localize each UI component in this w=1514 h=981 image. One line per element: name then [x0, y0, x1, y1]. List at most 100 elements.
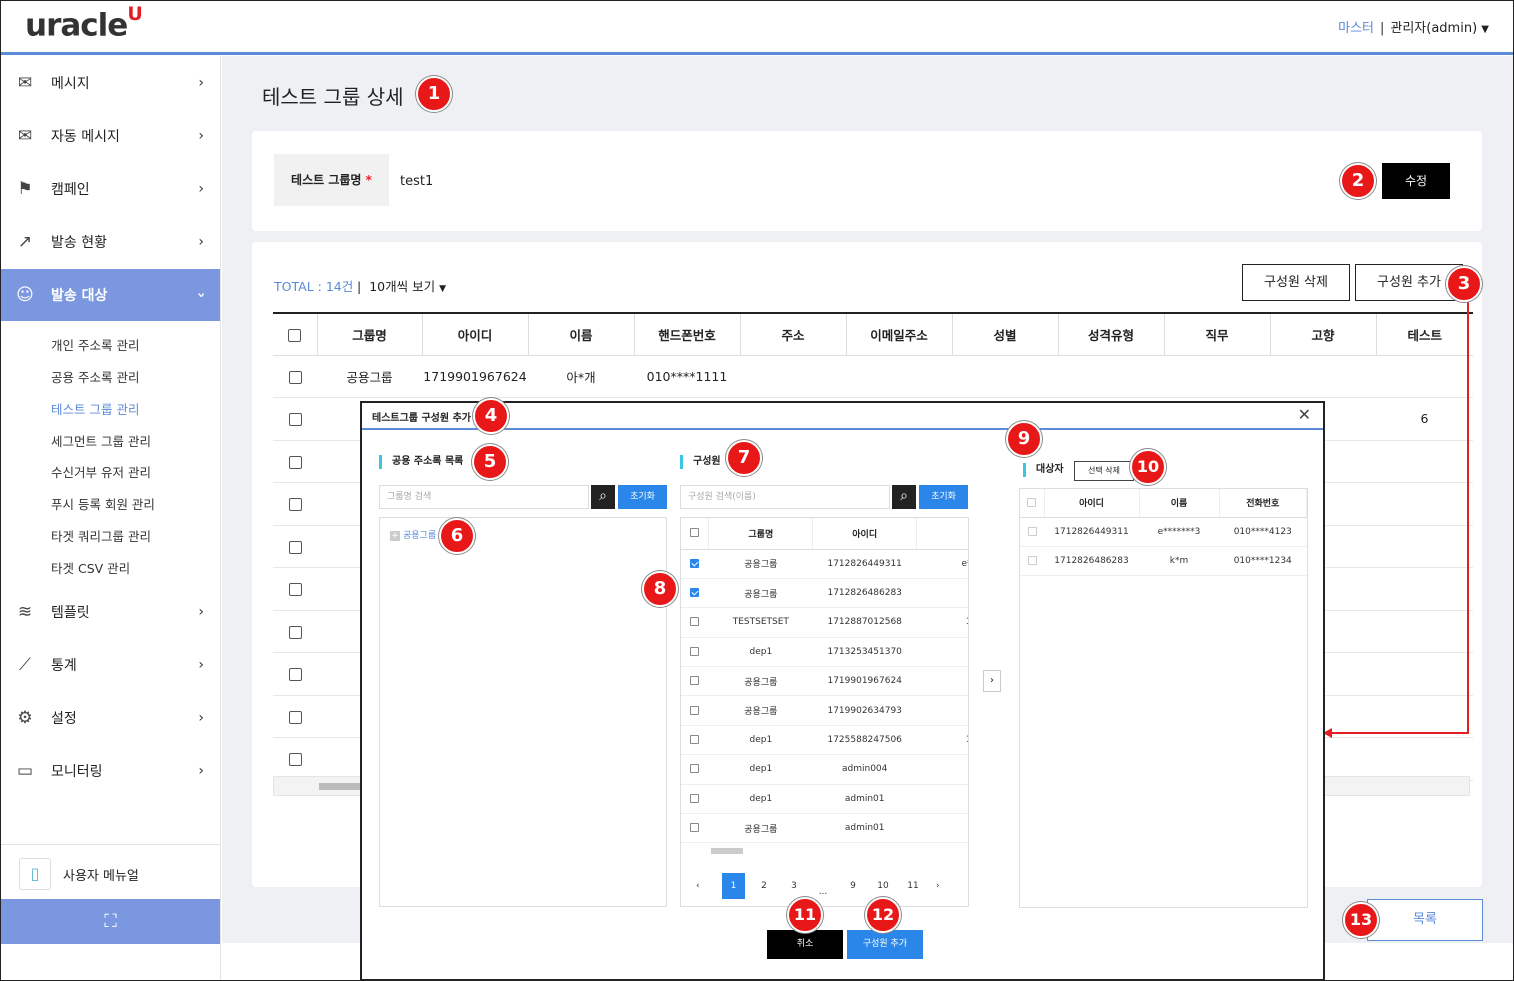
- page-11[interactable]: 11: [903, 873, 923, 899]
- sub-target-csv[interactable]: 타겟 CSV 관리: [51, 558, 130, 577]
- sidebar-item-auto-message[interactable]: ✉ 자동 메시지 ›: [1, 110, 220, 162]
- users-icon: ☺: [16, 285, 34, 305]
- sidebar-item-campaign[interactable]: ⚑ 캠페인 ›: [1, 163, 220, 215]
- list-item[interactable]: dep1admin01홍: [681, 784, 968, 815]
- marker-8: 8: [642, 571, 678, 607]
- sidebar-item-settings[interactable]: ⚙ 설정 ›: [1, 692, 220, 744]
- list-item[interactable]: 공용그룹1719901967624아: [681, 666, 968, 697]
- sidebar-item-send-target[interactable]: ☺ 발송 대상 ›: [1, 269, 220, 321]
- signpost-icon: ⚑: [17, 179, 33, 199]
- close-icon[interactable]: ✕: [1298, 405, 1311, 424]
- group-info-card: 테스트 그룹명 * test1 수정: [252, 131, 1482, 231]
- add-member-confirm-button[interactable]: 구성원 추가: [847, 930, 923, 959]
- next-page-icon[interactable]: ›: [936, 873, 940, 899]
- marker-9: 9: [1006, 421, 1042, 457]
- marker-5: 5: [472, 444, 508, 480]
- sidebar-item-monitoring[interactable]: ▭ 모니터링 ›: [1, 745, 220, 797]
- sub-push-member[interactable]: 푸시 등록 회원 관리: [51, 494, 155, 513]
- target-table-panel: 아이디 이름 전화번호 1712826449311 e*******3 010****4…: [1019, 488, 1308, 908]
- list-item[interactable]: 공용그룹1719902634793오: [681, 695, 968, 726]
- cancel-button[interactable]: 취소: [767, 930, 843, 959]
- chevron-down-icon[interactable]: ▼: [1481, 24, 1489, 35]
- list-button[interactable]: 목록: [1367, 899, 1483, 941]
- marker-4: 4: [473, 398, 509, 434]
- user-manual-link[interactable]: ▯ 사용자 메뉴얼: [1, 844, 220, 900]
- edit-button[interactable]: 수정: [1382, 163, 1450, 199]
- page-3[interactable]: 3: [784, 873, 804, 899]
- chart-line-icon: ⟋: [19, 655, 31, 675]
- sub-public-address[interactable]: 공용 주소록 관리: [51, 367, 139, 386]
- select-all-checkbox[interactable]: [288, 328, 302, 342]
- sidebar-item-message[interactable]: ✉ 메시지 ›: [1, 57, 220, 109]
- sub-test-group[interactable]: 테스트 그룹 관리: [51, 399, 139, 418]
- table-row[interactable]: 공용그룹 1719901967624 아*개 010****1111: [273, 355, 1473, 398]
- modal-title: 테스트그룹 구성원 추가: [372, 413, 471, 424]
- group-name-value: test1: [400, 174, 434, 189]
- search-icon[interactable]: ⌕: [892, 485, 916, 509]
- page-1[interactable]: 1: [722, 873, 745, 899]
- select-delete-button[interactable]: 선택 삭제: [1074, 461, 1134, 481]
- list-item[interactable]: 공용그룹admin01홍: [681, 813, 968, 844]
- mid-scroll-thumb[interactable]: [711, 848, 743, 854]
- delete-member-button[interactable]: 구성원 삭제: [1242, 264, 1350, 301]
- master-link[interactable]: 마스터: [1338, 21, 1374, 36]
- list-item[interactable]: 1712826449311 e*******3 010****4123: [1020, 517, 1307, 547]
- address-tree: + 공용그룹: [379, 517, 667, 907]
- member-table-panel: 그룹명아이디이 공용그룹1712826449311e*** 공용그룹171282…: [680, 517, 969, 907]
- address-list-title: 공용 주소록 목록: [379, 455, 463, 469]
- member-search-input[interactable]: 구성원 검색(이름): [680, 485, 890, 509]
- reset-button-mid[interactable]: 초기화: [919, 485, 968, 509]
- list-item[interactable]: dep117255882475061**: [681, 725, 968, 756]
- marker-7: 7: [726, 440, 762, 476]
- sub-target-query[interactable]: 타겟 쿼리그룹 관리: [51, 526, 151, 545]
- member-list-title: 구성원: [680, 455, 721, 469]
- list-item[interactable]: 공용그룹1712826449311e***: [681, 549, 968, 579]
- tree-item-public-group[interactable]: + 공용그룹: [390, 528, 436, 541]
- member-select-table: 그룹명아이디이 공용그룹1712826449311e*** 공용그룹171282…: [681, 518, 968, 844]
- page-10[interactable]: 10: [873, 873, 893, 899]
- list-item[interactable]: 공용그룹1712826486283k*: [681, 578, 968, 609]
- app-window: uracleU 마스터 | 관리자(admin) ▼ ✉ 메시지 › ✉ 자동 메시지 › …: [0, 0, 1514, 981]
- logo[interactable]: uracleU: [25, 3, 143, 43]
- target-title: 대상자: [1023, 463, 1064, 477]
- expand-icon[interactable]: ⛶: [1, 899, 220, 944]
- marker-13: 13: [1343, 902, 1379, 938]
- group-name-label: 테스트 그룹명 *: [274, 154, 389, 206]
- page-9[interactable]: 9: [843, 873, 863, 899]
- caret-down-icon: ▼: [439, 284, 447, 294]
- total-count: TOTAL : 14건: [274, 279, 354, 294]
- sidebar-item-template[interactable]: ≋ 템플릿 ›: [1, 586, 220, 638]
- list-item[interactable]: TESTSETSET17128870125681**: [681, 607, 968, 638]
- marker-2: 2: [1340, 163, 1376, 199]
- book-icon: ▯: [19, 858, 51, 890]
- search-icon[interactable]: ⌕: [591, 485, 615, 509]
- reset-button-left[interactable]: 초기화: [618, 485, 667, 509]
- sidebar: ✉ 메시지 › ✉ 자동 메시지 › ⚑ 캠페인 › ↗ 발송 현황 › ☺ 발송 대상 › 개인 …: [1, 56, 221, 980]
- marker-3: 3: [1446, 266, 1482, 302]
- list-item[interactable]: dep1admin004홍: [681, 754, 968, 785]
- top-header: uracleU 마스터 | 관리자(admin) ▼: [1, 1, 1513, 55]
- add-member-modal: 테스트그룹 구성원 추가 ✕ 공용 주소록 목록 그룹명 검색 ⌕ 초기화 + 공…: [360, 401, 1325, 980]
- group-search-input[interactable]: 그룹명 검색: [379, 485, 589, 509]
- per-page-select[interactable]: | 10개씩 보기 ▼: [357, 276, 446, 295]
- marker-6: 6: [439, 518, 475, 554]
- marker-1: 1: [416, 76, 452, 112]
- list-item[interactable]: dep11713253451370구: [681, 637, 968, 668]
- sub-personal-address[interactable]: 개인 주소록 관리: [51, 335, 139, 354]
- prev-page-icon[interactable]: ‹: [696, 873, 700, 899]
- gear-icon: ⚙: [17, 708, 33, 728]
- page-title: 테스트 그룹 상세: [262, 85, 404, 109]
- layers-icon: ≋: [17, 602, 33, 622]
- sidebar-item-send-status[interactable]: ↗ 발송 현황 ›: [1, 216, 220, 268]
- sub-unsubscribe-user[interactable]: 수신거부 유저 관리: [51, 462, 151, 481]
- list-item[interactable]: 1712826486283 k*m 010****1234: [1020, 546, 1307, 577]
- mail-icon: ✉: [17, 73, 33, 93]
- sidebar-item-stats[interactable]: ⟋ 통계 ›: [1, 639, 220, 691]
- user-area: 마스터 | 관리자(admin) ▼: [1338, 21, 1489, 36]
- sub-segment-group[interactable]: 세그먼트 그룹 관리: [51, 431, 151, 450]
- external-link-icon: ↗: [17, 232, 33, 252]
- move-right-button[interactable]: ›: [983, 670, 1001, 692]
- user-menu[interactable]: 관리자(admin): [1390, 21, 1477, 36]
- plus-icon: +: [390, 531, 400, 541]
- page-2[interactable]: 2: [754, 873, 774, 899]
